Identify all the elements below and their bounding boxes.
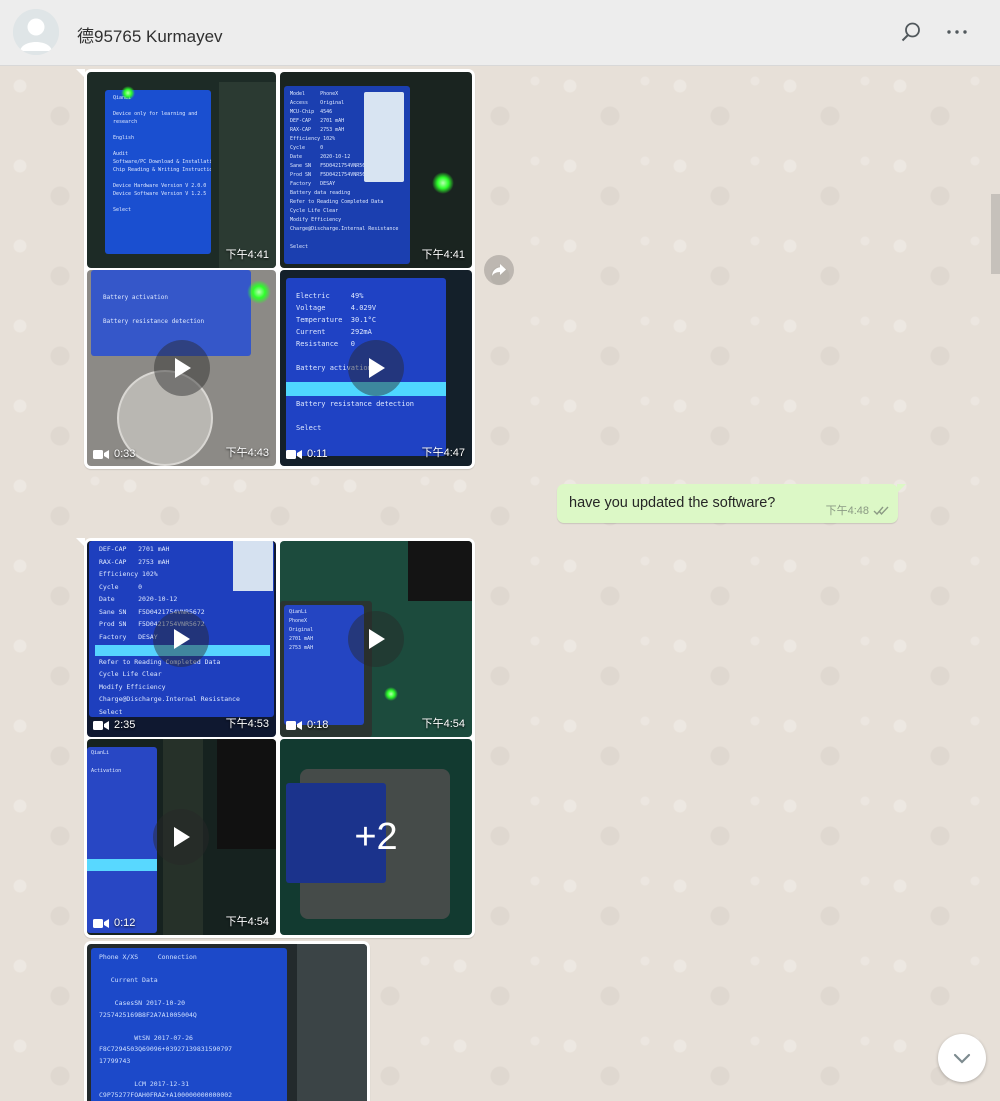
- outgoing-message[interactable]: have you updated the software? 下午4:48: [557, 484, 906, 523]
- led-glow: [432, 172, 454, 194]
- more-options-icon: [947, 30, 967, 34]
- video-duration: 0:12: [93, 917, 135, 929]
- chevron-down-icon: [953, 1053, 971, 1064]
- screen-text: QianLi Device only for learning and rese…: [113, 95, 211, 213]
- more-media-count: +2: [280, 739, 472, 935]
- video-screen: QianLi Activation: [87, 747, 157, 933]
- message-meta: 下午4:48: [826, 502, 889, 518]
- play-button[interactable]: [348, 611, 404, 667]
- video-duration-text: 0:18: [307, 719, 329, 731]
- search-icon: [901, 22, 920, 42]
- media-video[interactable]: Electric 49% Voltage 4.029V Temperature …: [280, 270, 472, 466]
- led-glow: [247, 280, 271, 304]
- scroll-to-bottom-button[interactable]: [938, 1034, 986, 1082]
- media-time: 下午4:41: [225, 249, 269, 261]
- chat-header: 德95765 Kurmayev: [0, 0, 1000, 66]
- message-text: have you updated the software?: [569, 495, 776, 511]
- screen-text: Phone X/XS Connection Current Data Cases…: [99, 953, 233, 1099]
- avatar-placeholder-icon: [13, 9, 59, 55]
- led-glow: [121, 86, 135, 100]
- play-icon: [369, 629, 385, 649]
- media-photo[interactable]: Phone X/XS Connection Current Data Cases…: [87, 944, 367, 1101]
- forward-arrow-icon: [492, 264, 506, 276]
- video-duration-text: 0:11: [307, 448, 328, 460]
- video-duration: 0:11: [286, 448, 328, 460]
- video-camera-icon: [93, 918, 109, 928]
- media-video[interactable]: QianLi Activation 0:12 下午4:54: [87, 739, 276, 935]
- video-duration-text: 0:12: [114, 917, 136, 929]
- video-camera-icon: [93, 449, 109, 459]
- forward-button[interactable]: [484, 255, 514, 285]
- media-time: 下午4:53: [225, 718, 269, 730]
- phone-battery: [217, 739, 276, 849]
- media-album: Phone X/XS Connection Current Data Cases…: [84, 941, 370, 1101]
- video-camera-icon: [286, 720, 302, 730]
- led-glow: [384, 687, 398, 701]
- media-video[interactable]: Battery activation Battery resistance de…: [87, 270, 276, 466]
- play-icon: [175, 358, 191, 378]
- scrollbar-thumb[interactable]: [991, 194, 1000, 274]
- media-video[interactable]: QianLi PhoneX Original 2701 mAH 2753 mAH…: [280, 541, 472, 737]
- photo-screen: Phone X/XS Connection Current Data Cases…: [91, 948, 287, 1101]
- battery-graphic: [233, 541, 273, 591]
- video-duration-text: 2:35: [114, 719, 136, 731]
- search-button[interactable]: [897, 18, 925, 46]
- media-time: 下午4:54: [421, 718, 465, 730]
- media-photo[interactable]: QianLi Device only for learning and rese…: [87, 72, 276, 268]
- avatar[interactable]: [13, 9, 59, 55]
- play-icon: [174, 827, 190, 847]
- media-time: 下午4:41: [421, 249, 465, 261]
- photo-screen: QianLi Device only for learning and rese…: [105, 90, 211, 254]
- message-time: 下午4:48: [825, 505, 869, 517]
- device-board: [219, 82, 276, 268]
- bubble-tail: [897, 484, 906, 493]
- media-photo[interactable]: Model PhoneX Access Original MCU-Chip 45…: [280, 72, 472, 268]
- screen-text: QianLi Activation: [91, 750, 122, 774]
- video-duration: 0:33: [93, 448, 135, 460]
- media-album: QianLi Device only for learning and rese…: [76, 69, 475, 469]
- media-video[interactable]: DEF-CAP 2701 mAH RAX-CAP 2753 mAH Effici…: [87, 541, 276, 737]
- device-board: [297, 944, 367, 1101]
- play-button[interactable]: [348, 340, 404, 396]
- contact-name[interactable]: 德95765 Kurmayev: [77, 22, 223, 47]
- play-button[interactable]: [153, 809, 209, 865]
- more-options-button[interactable]: [943, 18, 971, 46]
- video-duration-text: 0:33: [114, 448, 136, 460]
- video-camera-icon: [286, 449, 302, 459]
- battery-graphic: [364, 92, 404, 182]
- bubble-tail: [76, 538, 85, 547]
- double-check-icon: [873, 506, 889, 515]
- phone-battery: [408, 541, 472, 601]
- media-more[interactable]: +2: [280, 739, 472, 935]
- media-album: DEF-CAP 2701 mAH RAX-CAP 2753 mAH Effici…: [76, 538, 475, 938]
- media-time: 下午4:47: [421, 447, 465, 459]
- video-duration: 2:35: [93, 719, 135, 731]
- selected-row-highlight: [87, 859, 157, 871]
- bubble-tail: [76, 69, 85, 78]
- play-icon: [174, 629, 190, 649]
- play-button[interactable]: [154, 340, 210, 396]
- media-time: 下午4:43: [225, 447, 269, 459]
- media-time: 下午4:54: [225, 916, 269, 928]
- play-icon: [369, 358, 385, 378]
- video-duration: 0:18: [286, 719, 328, 731]
- play-button[interactable]: [153, 611, 209, 667]
- video-camera-icon: [93, 720, 109, 730]
